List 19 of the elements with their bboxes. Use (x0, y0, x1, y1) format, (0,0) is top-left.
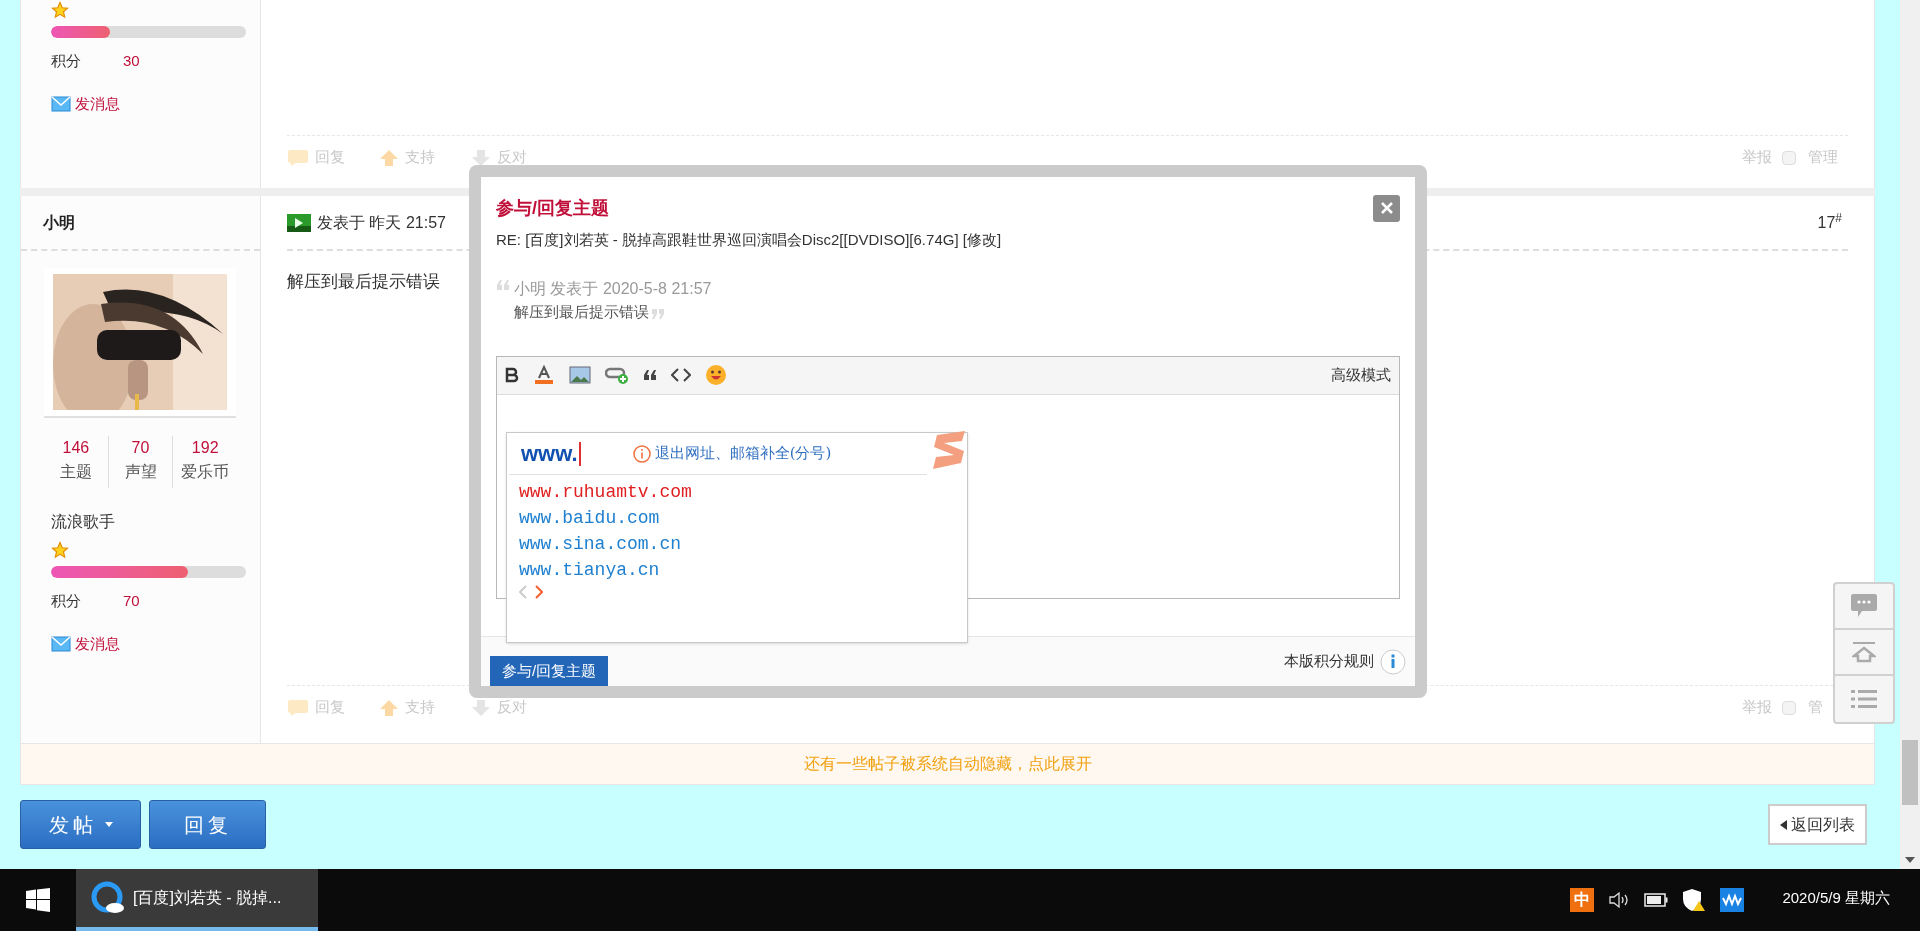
points-value: 30 (123, 51, 140, 71)
quote-text: 解压到最后提示错误 (514, 302, 649, 322)
points-label: 积分 (51, 51, 82, 71)
points-value: 70 (123, 591, 140, 611)
stat-value: 192 (191, 438, 219, 458)
stat-value: 146 (62, 438, 90, 458)
stat-label: 声望 (124, 462, 157, 482)
stat-label: 爱乐币 (181, 462, 230, 482)
post-time: 发表于 昨天 21:57 (317, 212, 446, 233)
points-label: 积分 (51, 591, 82, 611)
quote-header: 小明 发表于 2020-5-8 21:57 (514, 279, 712, 299)
reply-subject: RE: [百度]刘若英 - 脱掉高跟鞋世界巡回演唱会Disc2[[DVDISO][6.74G] [修改] (495, 230, 1003, 250)
stat-label: 主题 (59, 462, 92, 482)
user-rank: 流浪歌手 (51, 512, 116, 532)
floor-number: 17$^{#}$ (1817, 210, 1842, 233)
stat-value: 70 (131, 438, 150, 458)
dialog-title: 参与/回复主题 (496, 196, 609, 220)
post-body: 解压到最后提示错误 (287, 271, 440, 293)
ime-input-text: www. (521, 441, 581, 466)
